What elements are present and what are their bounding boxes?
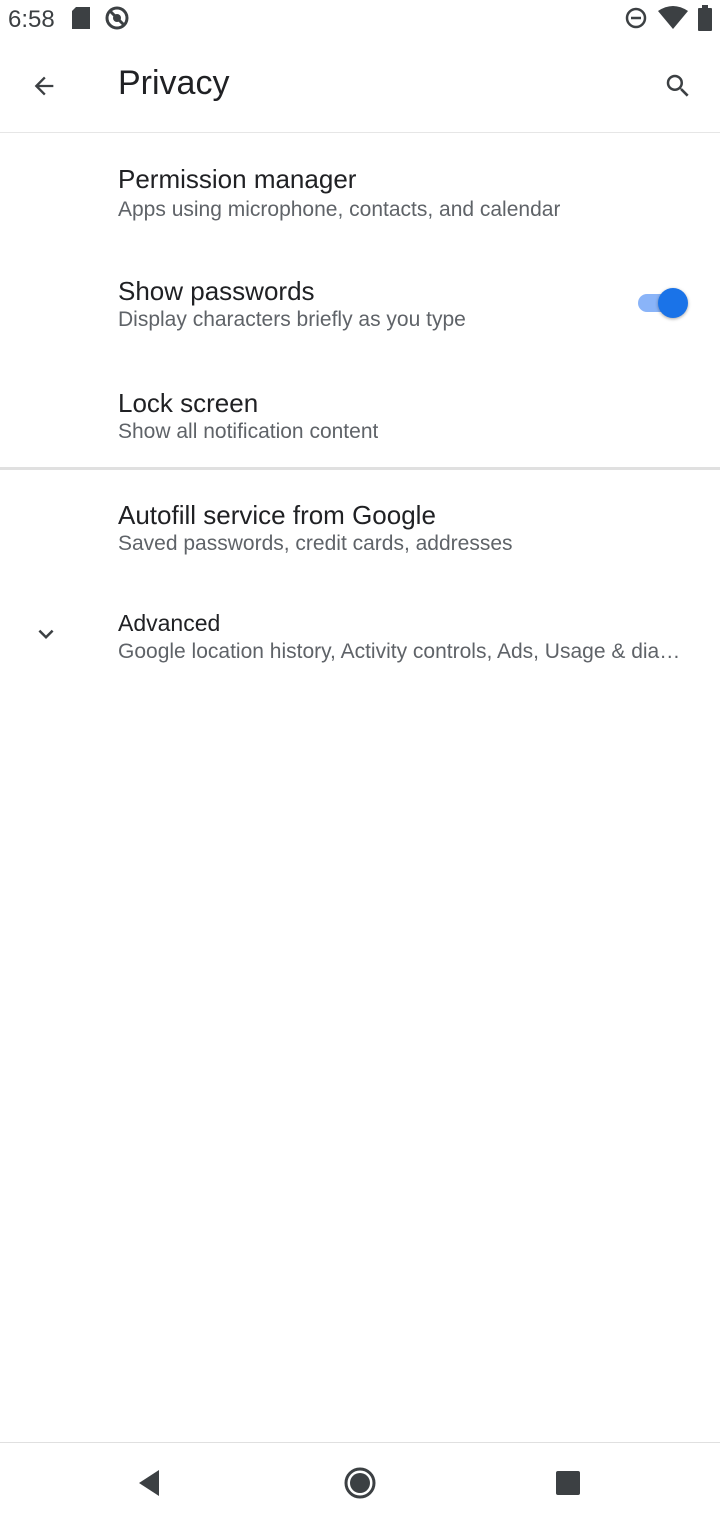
pref-title: Autofill service from Google: [118, 500, 436, 530]
arrow-back-icon[interactable]: [20, 62, 68, 110]
status-right-icons: [624, 4, 712, 36]
pref-advanced[interactable]: Advanced Google location history, Activi…: [0, 584, 720, 694]
pref-title: Permission manager: [118, 164, 357, 194]
pref-title: Show passwords: [118, 276, 315, 306]
status-left-icons: [72, 6, 130, 34]
pref-summary: Google location history, Activity contro…: [118, 640, 688, 663]
app-toolbar: Privacy: [0, 40, 720, 133]
wifi-icon: [658, 5, 688, 35]
status-bar: 6:58: [0, 0, 720, 40]
status-time: 6:58: [8, 6, 55, 33]
nav-home-icon[interactable]: [338, 1461, 382, 1505]
pref-lock-screen[interactable]: Lock screen Show all notification conten…: [0, 360, 720, 466]
section-divider: [0, 467, 720, 470]
nav-recents-icon[interactable]: [546, 1461, 590, 1505]
pref-summary: Show all notification content: [118, 420, 379, 443]
sd-card-icon: [72, 6, 90, 34]
do-not-disturb-icon: [104, 5, 130, 36]
page-title: Privacy: [118, 64, 230, 102]
pref-summary: Saved passwords, credit cards, addresses: [118, 532, 513, 555]
pref-summary: Display characters briefly as you type: [118, 308, 466, 331]
pref-autofill-service[interactable]: Autofill service from Google Saved passw…: [0, 472, 720, 582]
pref-permission-manager[interactable]: Permission manager Apps using microphone…: [0, 140, 720, 250]
show-passwords-toggle[interactable]: [634, 284, 690, 318]
dnd-minus-icon: [624, 6, 648, 35]
battery-icon: [698, 4, 712, 36]
chevron-down-icon: [28, 616, 64, 652]
search-icon[interactable]: [654, 62, 702, 110]
pref-title: Advanced: [118, 610, 221, 636]
nav-back-icon[interactable]: [128, 1461, 172, 1505]
toggle-thumb: [658, 288, 688, 318]
system-nav-bar: [0, 1442, 720, 1521]
pref-summary: Apps using microphone, contacts, and cal…: [118, 198, 561, 221]
pref-show-passwords[interactable]: Show passwords Display characters briefl…: [0, 250, 720, 360]
pref-title: Lock screen: [118, 388, 259, 418]
